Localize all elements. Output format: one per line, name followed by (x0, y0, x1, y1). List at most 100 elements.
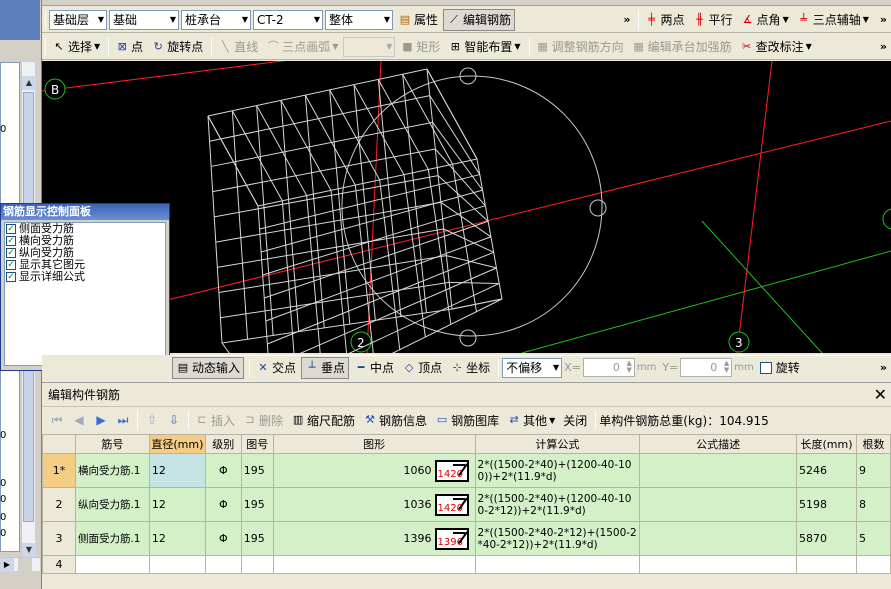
coordinate-snap[interactable]: ⊹ 坐标 (447, 357, 493, 379)
smart-layout-button[interactable]: ⊞ 智能布置 ▼ (445, 36, 523, 58)
column-header[interactable]: 图号 (240, 434, 274, 454)
checkbox-checked-icon[interactable]: ✓ (6, 236, 16, 246)
adjust-direction-button[interactable]: ▦ 调整钢筋方向 (533, 36, 627, 58)
cell-empty[interactable] (639, 555, 798, 574)
cell-diameter[interactable]: 12 (148, 521, 206, 556)
line-button[interactable]: ╲ 直线 (215, 36, 261, 58)
cell-description[interactable] (639, 521, 798, 556)
intersection-snap[interactable]: ✕ 交点 (253, 357, 299, 379)
column-header[interactable]: 筋号 (74, 434, 150, 454)
other-menu-button[interactable]: ⇄ 其他 ▼ (504, 409, 558, 431)
dynamic-input-toggle[interactable]: ▤ 动态输入 (172, 356, 245, 379)
perpendicular-snap[interactable]: ┴ 垂点 (301, 356, 350, 379)
rect-button[interactable]: ■ 矩形 (397, 36, 443, 58)
offset-mode-select[interactable]: 不偏移 ▼ (502, 357, 563, 378)
cell-empty[interactable] (240, 555, 274, 574)
cell-empty[interactable] (474, 555, 641, 574)
scroll-right-icon[interactable]: ▶ (0, 558, 14, 572)
rebar-display-item[interactable]: ✓ 显示详细公式 (5, 271, 165, 283)
cell-shape[interactable]: 1396 1396 (272, 521, 476, 556)
midpoint-snap[interactable]: ━ 中点 (351, 357, 397, 379)
column-header[interactable]: 直径(mm) (148, 434, 206, 454)
vertex-snap[interactable]: ◇ 顶点 (399, 357, 445, 379)
checkbox-checked-icon[interactable]: ✓ (6, 224, 16, 234)
spinner-icon[interactable]: ▲ ▼ (724, 360, 729, 374)
cell-grade[interactable]: Φ (204, 487, 242, 522)
cell-fig[interactable]: 195 (240, 453, 274, 488)
point-button[interactable]: ⊠ 点 (112, 36, 146, 58)
close-icon[interactable]: ✕ (874, 385, 887, 404)
edit-cap-rebar-button[interactable]: ▦ 编辑承台加强筋 (629, 36, 735, 58)
x-offset-input[interactable]: 0 ▲ ▼ (582, 358, 635, 377)
scale-rebar-button[interactable]: ▥ 缩尺配筋 (288, 409, 358, 431)
cell-grade[interactable]: Φ (204, 453, 242, 488)
cell-shape[interactable]: 1060 1420 (272, 453, 476, 488)
rotate-point-button[interactable]: ↻ 旋转点 (148, 36, 206, 58)
toolbar-overflow-icon[interactable]: » (623, 13, 630, 26)
cell-description[interactable] (639, 487, 798, 522)
close-button[interactable]: 关闭 (560, 409, 590, 431)
first-record-icon[interactable]: ⏮ (46, 413, 68, 428)
toolbar-overflow-icon[interactable]: » (880, 13, 887, 26)
cell-formula[interactable]: 2*((1500-2*40)+(1200-40-10 0-2*12))+2*(1… (474, 487, 641, 522)
cell-fig[interactable]: 195 (240, 521, 274, 556)
select-button[interactable]: ↖ 选择 ▼ (49, 36, 103, 58)
y-offset-input[interactable]: 0 ▲ ▼ (680, 358, 733, 377)
cell-formula[interactable]: 2*((1500-2*40-2*12)+(1500-2*40-2*12))+2*… (474, 521, 641, 556)
next-record-icon[interactable]: ▶ (90, 413, 112, 427)
cell-formula[interactable]: 2*((1500-2*40)+(1200-40-10 0))+2*(11.9*d… (474, 453, 641, 488)
cell-empty[interactable] (856, 555, 891, 574)
parallel-button[interactable]: ╫ 平行 (690, 9, 736, 31)
table-row-empty[interactable]: 4 (42, 555, 891, 574)
property-button[interactable]: ▤ 属性 (395, 9, 441, 31)
cell-empty[interactable] (796, 555, 857, 574)
cell-fig[interactable]: 195 (240, 487, 274, 522)
edit-rebar-button[interactable]: ⟋ 编辑钢筋 (443, 8, 516, 31)
cell-grade[interactable]: Φ (204, 521, 242, 556)
last-record-icon[interactable]: ⏭ (112, 413, 134, 428)
element-select[interactable]: CT-2 ▼ (253, 9, 323, 30)
cell-name[interactable]: 纵向受力筋.1 (74, 487, 150, 522)
column-header[interactable]: 图形 (272, 434, 476, 454)
cell-length[interactable]: 5246 (796, 453, 857, 488)
move-down-icon[interactable]: ⇩ (163, 413, 185, 427)
cell-name[interactable]: 横向受力筋.1 (74, 453, 150, 488)
scroll-down-icon[interactable]: ▼ (22, 543, 36, 557)
three-point-aux-button[interactable]: ╧ 三点辅轴 ▼ (794, 9, 872, 31)
column-header[interactable]: 根数 (856, 434, 891, 454)
rotate-checkbox[interactable] (759, 361, 772, 374)
cell-description[interactable] (639, 453, 798, 488)
point-angle-button[interactable]: ∡ 点角 ▼ (738, 9, 792, 31)
cell-length[interactable]: 5198 (796, 487, 857, 522)
row-number[interactable]: 3 (42, 521, 76, 556)
toolbar-overflow-icon[interactable]: » (880, 40, 887, 53)
move-up-icon[interactable]: ⇧ (141, 413, 163, 427)
unit-select[interactable]: 整体 ▼ (325, 9, 393, 30)
checkbox-checked-icon[interactable]: ✓ (6, 272, 16, 282)
cell-empty[interactable] (272, 555, 476, 574)
column-header[interactable]: 长度(mm) (796, 434, 857, 454)
cell-diameter[interactable]: 12 (148, 453, 206, 488)
column-header[interactable]: 计算公式 (474, 434, 641, 454)
cell-name[interactable]: 侧面受力筋.1 (74, 521, 150, 556)
insert-button[interactable]: ⊏ 插入 (192, 409, 238, 431)
delete-button[interactable]: ⊐ 删除 (240, 409, 286, 431)
checkbox-checked-icon[interactable]: ✓ (6, 260, 16, 270)
column-header[interactable]: 级别 (204, 434, 242, 454)
arc-mode-select[interactable]: ▼ (343, 36, 396, 57)
floor-select[interactable]: 基础层 ▼ (49, 9, 107, 30)
two-point-button[interactable]: ╪ 两点 (642, 9, 688, 31)
cell-length[interactable]: 5870 (796, 521, 857, 556)
prev-record-icon[interactable]: ◀ (68, 413, 90, 427)
cell-empty[interactable] (74, 555, 150, 574)
cell-count[interactable]: 9 (856, 453, 891, 488)
row-number[interactable]: 2 (42, 487, 76, 522)
scroll-up-icon[interactable]: ▲ (22, 76, 36, 90)
cell-count[interactable]: 5 (856, 521, 891, 556)
rebar-library-button[interactable]: ▭ 钢筋图库 (432, 409, 502, 431)
type-select[interactable]: 桩承台 ▼ (181, 9, 251, 30)
arc-button[interactable]: ⌒ 三点画弧 ▼ (263, 36, 341, 58)
table-row[interactable]: 2 纵向受力筋.1 12 Φ 195 1036 1420 2*((1500-2*4… (42, 487, 891, 522)
rebar-info-button[interactable]: ⚒ 钢筋信息 (360, 409, 430, 431)
cell-count[interactable]: 8 (856, 487, 891, 522)
